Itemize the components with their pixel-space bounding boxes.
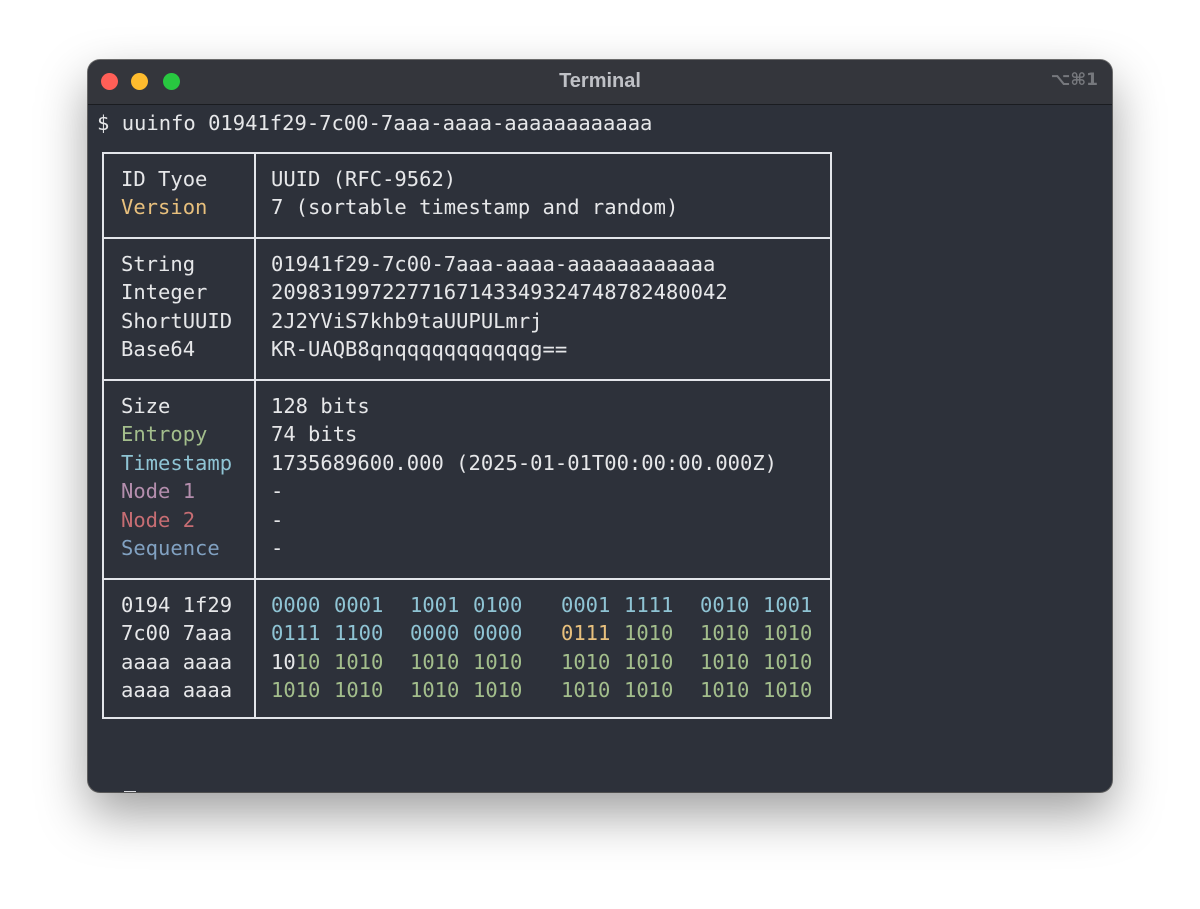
label-version: Version — [121, 195, 208, 220]
label-entropy: Entropy — [121, 422, 208, 447]
label-node-1: Node 1 — [121, 479, 196, 504]
label-string: String — [121, 252, 196, 276]
section-divider — [104, 578, 830, 580]
binary-nibble: 1010 — [700, 678, 750, 703]
command-text: uuinfo 01941f29-7c00-7aaa-aaaa-aaaaaaaaa… — [121, 111, 653, 135]
binary-nibble: 1010 — [473, 678, 523, 703]
binary-nibble: 1010 — [334, 678, 384, 703]
value-timestamp: 1735689600.000 (2025-01-01T00:00:00.000Z… — [271, 450, 778, 475]
binary-nibble: 0001 — [561, 593, 611, 617]
window-shortcut: ⌥⌘1 — [1050, 70, 1098, 90]
binary-nibble: 0001 — [334, 593, 384, 617]
value-entropy: 74 bits — [271, 422, 358, 447]
value-shortuuid: 2J2YViS7khb9taUUPULmrj — [271, 308, 543, 333]
binary-nibble: 1010 — [561, 678, 611, 703]
uuid-info-table: ID Tyoe Version UUID (RFC-9562) 7 (sorta… — [102, 152, 832, 719]
label-timestamp: Timestamp — [121, 450, 233, 475]
label-integer: Integer — [121, 280, 208, 305]
label-shortuuid: ShortUUID — [121, 308, 233, 333]
binary-nibble-split: 1010 — [271, 648, 320, 676]
binary-nibble: 1010 — [561, 649, 611, 674]
binary-nibble: 1001 — [410, 593, 460, 617]
binary-nibble: 0000 — [473, 621, 523, 646]
prompt-symbol: $ — [97, 111, 110, 135]
binary-nibble: 0000 — [410, 621, 460, 646]
binary-nibble: 0100 — [473, 593, 523, 617]
label-id-type: ID Tyoe — [121, 167, 208, 191]
binary-nibble: 0111 — [271, 621, 321, 646]
hex-row: aaaa aaaa — [121, 649, 233, 674]
hex-row: aaaa aaaa — [121, 678, 233, 703]
binary-nibble: 1010 — [700, 649, 750, 674]
binary-nibble: 1010 — [763, 649, 813, 674]
binary-nibble: 0000 — [271, 593, 321, 617]
binary-random-bits: 10 — [295, 649, 321, 674]
binary-nibble: 1010 — [700, 621, 750, 646]
hex-row: 0194 1f29 — [121, 593, 233, 617]
label-sequence: Sequence — [121, 536, 220, 560]
binary-nibble: 0010 — [700, 593, 750, 617]
hex-row: 7c00 7aaa — [121, 621, 233, 646]
label-node-2: Node 2 — [121, 507, 196, 532]
label-base64: Base64 — [121, 337, 196, 362]
binary-nibble: 0111 — [561, 621, 611, 646]
value-string: 01941f29-7c00-7aaa-aaaa-aaaaaaaaaaaa — [271, 252, 716, 276]
section-divider — [104, 237, 830, 239]
binary-nibble: 1010 — [763, 621, 813, 646]
label-size: Size — [121, 394, 171, 418]
binary-nibble: 1111 — [624, 593, 674, 617]
binary-nibble: 1100 — [334, 621, 384, 646]
value-integer: 2098319972277167143349324748782480042 — [271, 280, 728, 305]
binary-nibble: 1001 — [763, 593, 813, 617]
value-node-1: - — [271, 479, 284, 504]
binary-nibble: 1010 — [271, 678, 321, 703]
terminal-window: Terminal ⌥⌘1 $ uuinfo 01941f29-7c00-7aaa… — [88, 60, 1112, 792]
binary-nibble: 1010 — [410, 678, 460, 703]
section-divider — [104, 379, 830, 381]
binary-nibble: 1010 — [624, 649, 674, 674]
value-sequence: - — [271, 536, 284, 560]
input-line[interactable]: $ — [97, 791, 136, 792]
binary-nibble: 1010 — [473, 649, 523, 674]
binary-nibble: 1010 — [763, 678, 813, 703]
binary-nibble: 1010 — [334, 649, 384, 674]
text-cursor — [123, 791, 136, 792]
terminal-content[interactable]: $ uuinfo 01941f29-7c00-7aaa-aaaa-aaaaaaa… — [88, 105, 1112, 792]
binary-variant-bits: 10 — [271, 649, 296, 674]
binary-nibble: 1010 — [410, 649, 460, 674]
value-id-type: UUID (RFC-9562) — [271, 167, 457, 191]
value-base64: KR-UAQB8qnqqqqqqqqqqqg== — [271, 337, 568, 362]
title-bar: Terminal ⌥⌘1 — [88, 60, 1112, 105]
value-node-2: - — [271, 507, 284, 532]
window-title: Terminal — [559, 70, 641, 92]
value-size: 128 bits — [271, 394, 370, 418]
value-version: 7 (sortable timestamp and random) — [271, 195, 679, 220]
binary-nibble: 1010 — [624, 678, 674, 703]
command-line: $ uuinfo 01941f29-7c00-7aaa-aaaa-aaaaaaa… — [97, 109, 652, 137]
binary-nibble: 1010 — [624, 621, 674, 646]
